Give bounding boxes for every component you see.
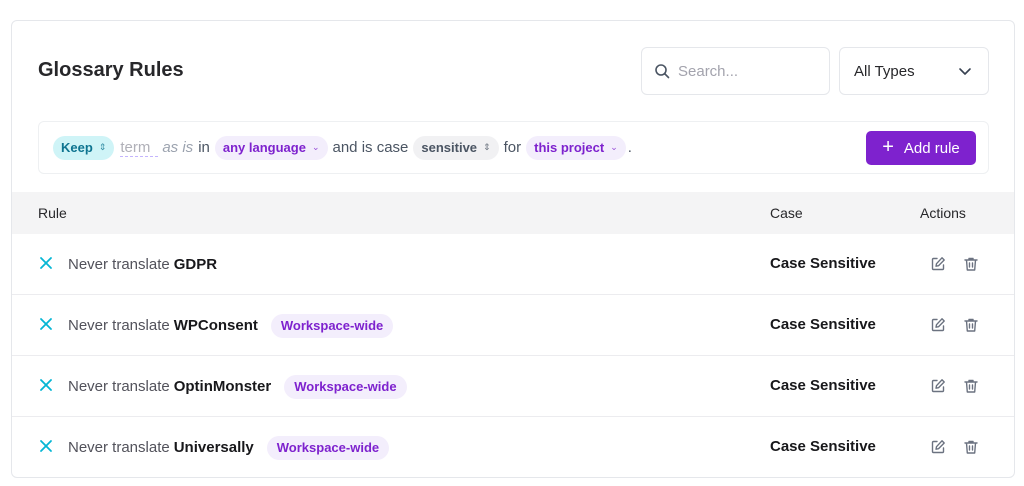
case-select-label: sensitive (421, 140, 478, 155)
rule-builder: Keep ⇕ as is in any language ⌄ and is ca… (38, 121, 989, 174)
rule-term: Universally (173, 439, 254, 456)
search-box[interactable] (641, 47, 830, 95)
table-row: Never translate GDPR Case Sensitive (12, 234, 1014, 295)
edit-icon (931, 318, 945, 332)
as-is-text: as is (162, 139, 194, 156)
delete-button[interactable] (961, 254, 981, 274)
glossary-rules-card: Glossary Rules All Types Keep ⇕ as is in… (11, 20, 1015, 478)
delete-button[interactable] (961, 315, 981, 335)
edit-icon (931, 257, 945, 271)
case-value: Case Sensitive (770, 377, 876, 394)
trash-icon (964, 257, 978, 271)
column-header-actions: Actions (920, 205, 966, 221)
case-select[interactable]: sensitive ⇕ (413, 135, 499, 160)
edit-button[interactable] (928, 254, 948, 274)
column-header-case: Case (770, 205, 803, 221)
language-select-label: any language (222, 140, 306, 155)
rule-text: Never translate GDPR (68, 234, 217, 295)
rule-prefix: Never translate (68, 378, 170, 395)
term-input[interactable] (120, 138, 159, 157)
chevron-down-icon: ⌄ (610, 142, 618, 152)
rule-text: Never translate OptinMonster Workspace-w… (68, 356, 407, 417)
chevron-updown-icon: ⇕ (98, 142, 107, 152)
keep-select[interactable]: Keep ⇕ (53, 135, 115, 160)
rule-prefix: Never translate (68, 256, 170, 273)
trash-icon (964, 440, 978, 454)
for-text: for (503, 139, 522, 156)
edit-icon (931, 379, 945, 393)
scope-select[interactable]: this project ⌄ (526, 135, 626, 160)
close-icon[interactable] (39, 256, 53, 270)
language-select[interactable]: any language ⌄ (214, 135, 328, 160)
chevron-updown-icon: ⇕ (483, 142, 491, 152)
rule-text: Never translate Universally Workspace-wi… (68, 417, 390, 477)
workspace-badge: Workspace-wide (266, 435, 390, 460)
case-value: Case Sensitive (770, 438, 876, 455)
scope-select-label: this project (534, 140, 605, 155)
search-input[interactable] (678, 62, 818, 80)
close-icon[interactable] (39, 378, 53, 392)
table-row: Never translate Universally Workspace-wi… (12, 417, 1014, 477)
workspace-badge: Workspace-wide (284, 374, 407, 399)
period-text: . (627, 139, 632, 156)
chevron-down-icon: ⌄ (311, 142, 320, 152)
rule-prefix: Never translate (68, 317, 170, 334)
trash-icon (964, 318, 978, 332)
delete-button[interactable] (961, 376, 981, 396)
in-text: in (198, 139, 210, 156)
page-title: Glossary Rules (38, 59, 184, 81)
close-icon[interactable] (39, 317, 53, 331)
trash-icon (964, 379, 978, 393)
rule-term: WPConsent (173, 317, 258, 334)
table-header: Rule Case Actions (12, 192, 1014, 234)
edit-button[interactable] (928, 315, 948, 335)
rule-text: Never translate WPConsent Workspace-wide (68, 295, 394, 356)
delete-button[interactable] (961, 437, 981, 457)
column-header-rule: Rule (38, 205, 67, 221)
edit-button[interactable] (928, 376, 948, 396)
rule-prefix: Never translate (68, 439, 170, 456)
case-text: and is case (332, 139, 409, 156)
chevron-down-icon (959, 68, 971, 75)
case-value: Case Sensitive (770, 316, 876, 333)
keep-select-label: Keep (61, 140, 93, 155)
rule-term: OptinMonster (173, 378, 272, 395)
add-rule-label: Add rule (903, 139, 960, 157)
edit-button[interactable] (928, 437, 948, 457)
rule-term: GDPR (173, 256, 218, 273)
edit-icon (931, 440, 945, 454)
plus-icon: + (882, 136, 894, 158)
type-filter-select[interactable]: All Types (839, 47, 989, 95)
table-row: Never translate WPConsent Workspace-wide… (12, 295, 1014, 356)
type-filter-value: All Types (854, 62, 915, 80)
search-icon (655, 64, 670, 79)
add-rule-button[interactable]: + Add rule (866, 131, 976, 165)
case-value: Case Sensitive (770, 255, 876, 272)
close-icon[interactable] (39, 439, 53, 453)
table-row: Never translate OptinMonster Workspace-w… (12, 356, 1014, 417)
workspace-badge: Workspace-wide (270, 313, 394, 338)
